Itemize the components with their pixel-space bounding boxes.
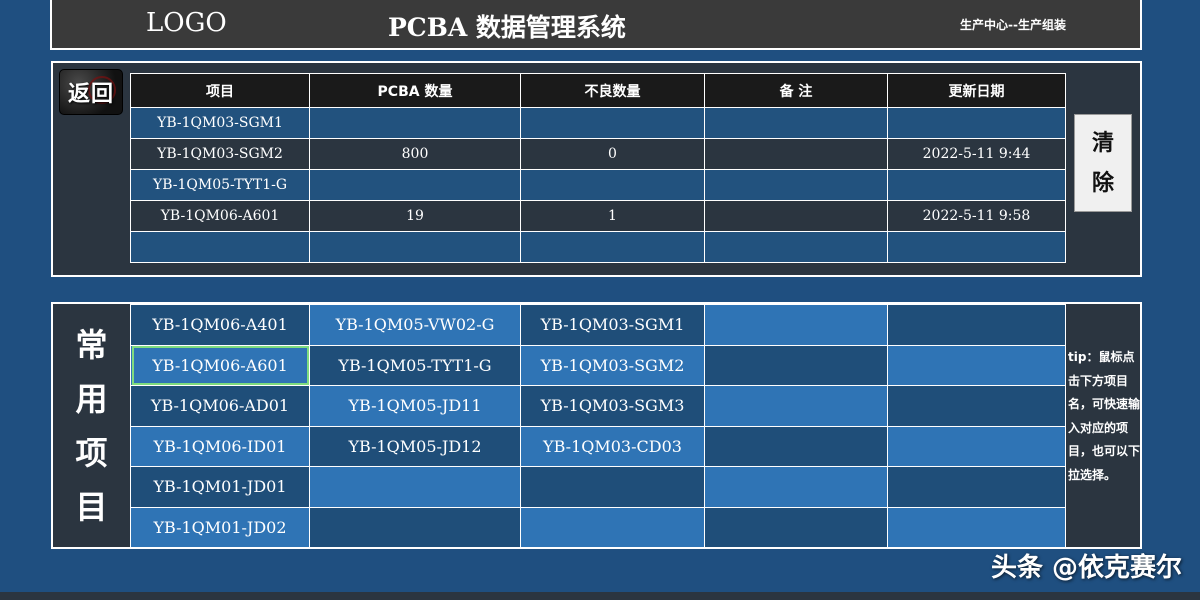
cell-defect-qty[interactable]: 0 (520, 138, 705, 170)
department-label: 生产中心--生产组装 (960, 18, 1066, 32)
common-item[interactable]: YB-1QM03-SGM3 (520, 385, 705, 427)
title-bar: LOGO PCBA 数据管理系统 生产中心--生产组装 (50, 0, 1142, 50)
summary-table: 项目 PCBA 数量 不良数量 备 注 更新日期 YB-1QM03-SGM1 Y… (130, 73, 1066, 263)
common-items-title-char: 用 (75, 379, 108, 418)
cell-remark[interactable] (704, 107, 888, 139)
common-item[interactable]: YB-1QM06-A401 (130, 304, 310, 346)
cell-remark[interactable] (704, 200, 888, 232)
cell-defect-qty[interactable] (520, 107, 705, 139)
cell-defect-qty[interactable] (520, 169, 705, 201)
common-item[interactable] (887, 425, 1066, 467)
common-item[interactable]: YB-1QM03-CD03 (520, 425, 705, 467)
table-row: YB-1QM06-ID01 YB-1QM05-JD12 YB-1QM03-CD0… (130, 425, 1066, 467)
back-button-label: 返回 (67, 81, 114, 107)
column-header-update-date: 更新日期 (887, 73, 1066, 108)
clear-button-label-1: 清 (1091, 130, 1114, 156)
table-row: YB-1QM06-A401 YB-1QM05-VW02-G YB-1QM03-S… (130, 304, 1066, 346)
watermark: 头条 @依克赛尔 (990, 553, 1182, 583)
common-items-title-char: 项 (75, 433, 108, 472)
common-item[interactable]: YB-1QM05-JD11 (309, 385, 521, 427)
cell-pcba-qty[interactable] (309, 231, 521, 263)
column-header-remark: 备 注 (704, 73, 888, 108)
cell-project[interactable]: YB-1QM05-TYT1-G (130, 169, 310, 201)
cell-project[interactable]: YB-1QM06-A601 (130, 200, 310, 232)
common-item[interactable]: YB-1QM01-JD02 (130, 506, 310, 548)
table-row: YB-1QM06-A601 YB-1QM05-TYT1-G YB-1QM03-S… (130, 344, 1066, 386)
clear-button[interactable]: 清 除 (1074, 114, 1132, 212)
common-item[interactable] (887, 385, 1066, 427)
common-item[interactable]: YB-1QM03-SGM1 (520, 304, 705, 346)
common-item-selected[interactable]: YB-1QM06-A601 (130, 344, 310, 386)
common-item[interactable]: YB-1QM05-VW02-G (309, 304, 521, 346)
common-item[interactable] (704, 344, 888, 386)
column-header-pcba-qty: PCBA 数量 (309, 73, 521, 108)
tip-text: tip：鼠标点击下方项目名，可快速输入对应的项目，也可以下拉选择。 (1068, 350, 1141, 482)
cell-project[interactable]: YB-1QM03-SGM2 (130, 138, 310, 170)
common-item[interactable] (887, 506, 1066, 548)
common-item[interactable] (309, 506, 521, 548)
cell-project[interactable] (130, 231, 310, 263)
table-row (130, 231, 1066, 263)
common-item[interactable] (887, 344, 1066, 386)
cell-update-date[interactable] (887, 231, 1066, 263)
common-item[interactable] (520, 506, 705, 548)
column-header-defect-qty: 不良数量 (520, 73, 705, 108)
summary-panel: 返回 项目 PCBA 数量 不良数量 备 注 更新日期 YB-1QM03-SGM… (51, 61, 1142, 277)
back-button[interactable]: 返回 (59, 69, 123, 115)
cell-pcba-qty[interactable] (309, 169, 521, 201)
common-item[interactable]: YB-1QM05-JD12 (309, 425, 521, 467)
common-item[interactable] (704, 425, 888, 467)
common-item[interactable] (704, 385, 888, 427)
table-row: YB-1QM01-JD01 (130, 466, 1066, 508)
common-items-table: YB-1QM06-A401 YB-1QM05-VW02-G YB-1QM03-S… (130, 304, 1066, 548)
common-item[interactable] (887, 304, 1066, 346)
common-item[interactable]: YB-1QM05-TYT1-G (309, 344, 521, 386)
cell-project[interactable]: YB-1QM03-SGM1 (130, 107, 310, 139)
table-row: YB-1QM05-TYT1-G (130, 169, 1066, 201)
cell-defect-qty[interactable] (520, 231, 705, 263)
common-items-title: 常 用 项 目 (53, 304, 130, 547)
cell-pcba-qty[interactable]: 800 (309, 138, 521, 170)
common-item[interactable] (704, 466, 888, 508)
table-row: YB-1QM01-JD02 (130, 506, 1066, 548)
cell-update-date[interactable] (887, 169, 1066, 201)
common-items-panel: 常 用 项 目 YB-1QM06-A401 YB-1QM05-VW02-G YB… (51, 302, 1142, 549)
logo: LOGO (146, 8, 227, 38)
table-row: YB-1QM06-A601 19 1 2022-5-11 9:58 (130, 200, 1066, 232)
column-header-project: 项目 (130, 73, 310, 108)
common-items-title-char: 目 (75, 487, 108, 526)
table-row: YB-1QM06-AD01 YB-1QM05-JD11 YB-1QM03-SGM… (130, 385, 1066, 427)
summary-table-header: 项目 PCBA 数量 不良数量 备 注 更新日期 (130, 73, 1066, 108)
clear-button-label-2: 除 (1091, 170, 1114, 196)
app-title: PCBA 数据管理系统 (388, 13, 626, 42)
common-item[interactable]: YB-1QM03-SGM2 (520, 344, 705, 386)
cell-defect-qty[interactable]: 1 (520, 200, 705, 232)
common-item[interactable] (520, 466, 705, 508)
common-item[interactable] (887, 466, 1066, 508)
table-row: YB-1QM03-SGM1 (130, 107, 1066, 139)
common-item[interactable]: YB-1QM01-JD01 (130, 466, 310, 508)
common-item[interactable]: YB-1QM06-ID01 (130, 425, 310, 467)
cell-update-date[interactable] (887, 107, 1066, 139)
common-items-title-char: 常 (75, 325, 108, 364)
cell-remark[interactable] (704, 169, 888, 201)
cell-remark[interactable] (704, 231, 888, 263)
common-item[interactable] (704, 304, 888, 346)
table-row: YB-1QM03-SGM2 800 0 2022-5-11 9:44 (130, 138, 1066, 170)
cell-pcba-qty[interactable]: 19 (309, 200, 521, 232)
common-item[interactable]: YB-1QM06-AD01 (130, 385, 310, 427)
cell-update-date[interactable]: 2022-5-11 9:58 (887, 200, 1066, 232)
common-item[interactable] (309, 466, 521, 508)
common-item[interactable] (704, 506, 888, 548)
cell-pcba-qty[interactable] (309, 107, 521, 139)
cell-update-date[interactable]: 2022-5-11 9:44 (887, 138, 1066, 170)
bottom-strip (0, 592, 1200, 600)
cell-remark[interactable] (704, 138, 888, 170)
